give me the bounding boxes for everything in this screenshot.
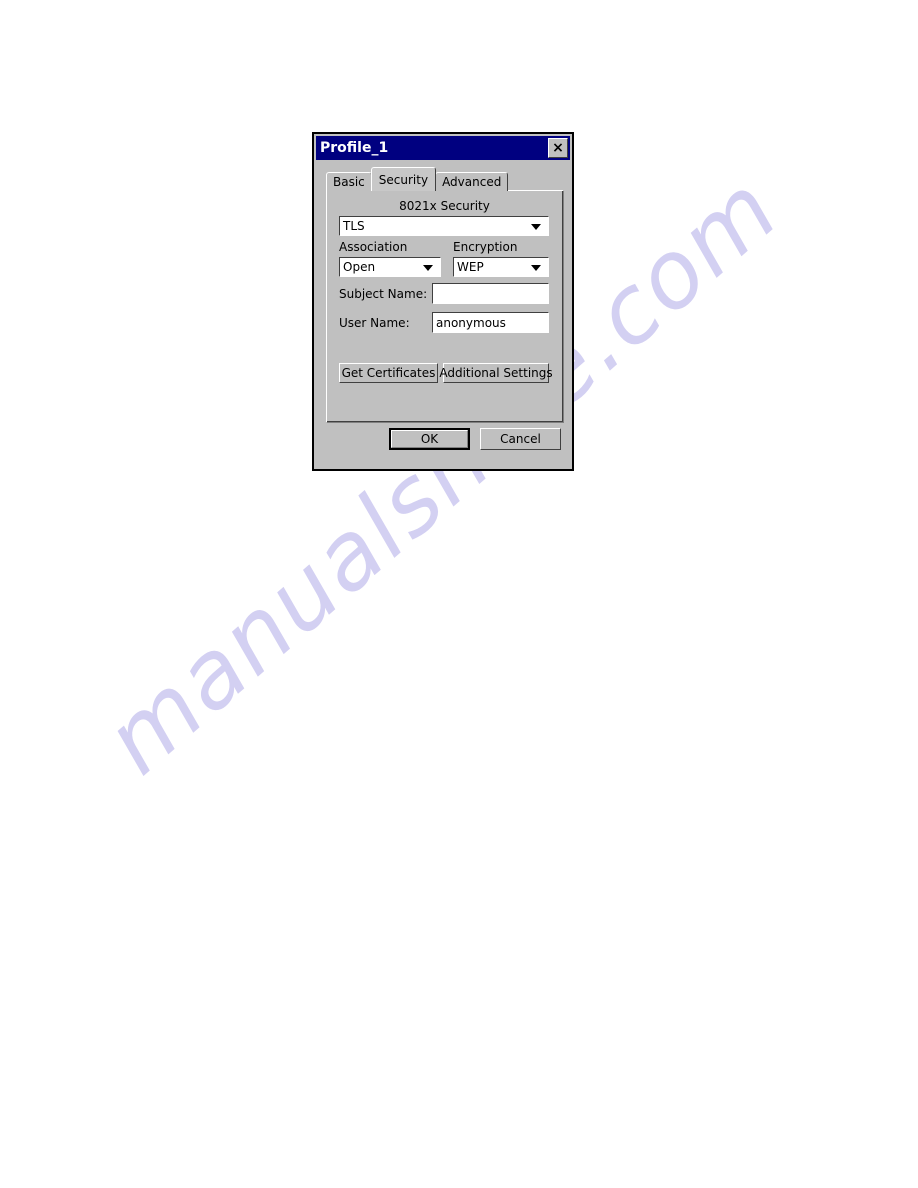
dialog-title-bar: Profile_1 ×	[316, 136, 570, 160]
user-name-label: User Name:	[339, 316, 410, 330]
tab-strip: Basic Security Advanced	[326, 167, 509, 191]
tab-panel-security: 8021x Security TLS Association Open Encr…	[326, 190, 564, 423]
tab-basic[interactable]: Basic	[326, 172, 372, 191]
group-label-8021x-security: 8021x Security	[399, 199, 490, 213]
subject-name-label: Subject Name:	[339, 287, 428, 301]
tab-advanced[interactable]: Advanced	[435, 172, 509, 191]
chevron-down-icon	[531, 265, 541, 271]
close-icon[interactable]: ×	[548, 138, 568, 158]
chevron-down-icon	[423, 265, 433, 271]
encryption-combo[interactable]: WEP	[453, 257, 549, 277]
user-name-input[interactable]: anonymous	[432, 312, 549, 333]
ok-button[interactable]: OK	[389, 428, 470, 450]
association-combo[interactable]: Open	[339, 257, 441, 277]
eap-type-value: TLS	[343, 219, 365, 233]
tab-panel-inner: 8021x Security TLS Association Open Encr…	[327, 191, 563, 422]
subject-name-input[interactable]	[432, 283, 549, 304]
encryption-label: Encryption	[453, 240, 518, 254]
ok-button-label: OK	[391, 430, 468, 448]
dialog-title: Profile_1	[320, 140, 389, 156]
user-name-value: anonymous	[436, 315, 506, 330]
eap-type-combo[interactable]: TLS	[339, 216, 549, 236]
profile-dialog-window: Profile_1 × Basic Security Advanced 8021…	[312, 132, 574, 471]
chevron-down-icon	[531, 224, 541, 230]
additional-settings-button[interactable]: Additional Settings	[439, 363, 553, 383]
tab-security[interactable]: Security	[370, 167, 437, 191]
get-certificates-button[interactable]: Get Certificates	[339, 363, 438, 383]
association-label: Association	[339, 240, 408, 254]
cancel-button[interactable]: Cancel	[480, 428, 561, 450]
association-value: Open	[343, 260, 376, 274]
encryption-value: WEP	[457, 260, 484, 274]
